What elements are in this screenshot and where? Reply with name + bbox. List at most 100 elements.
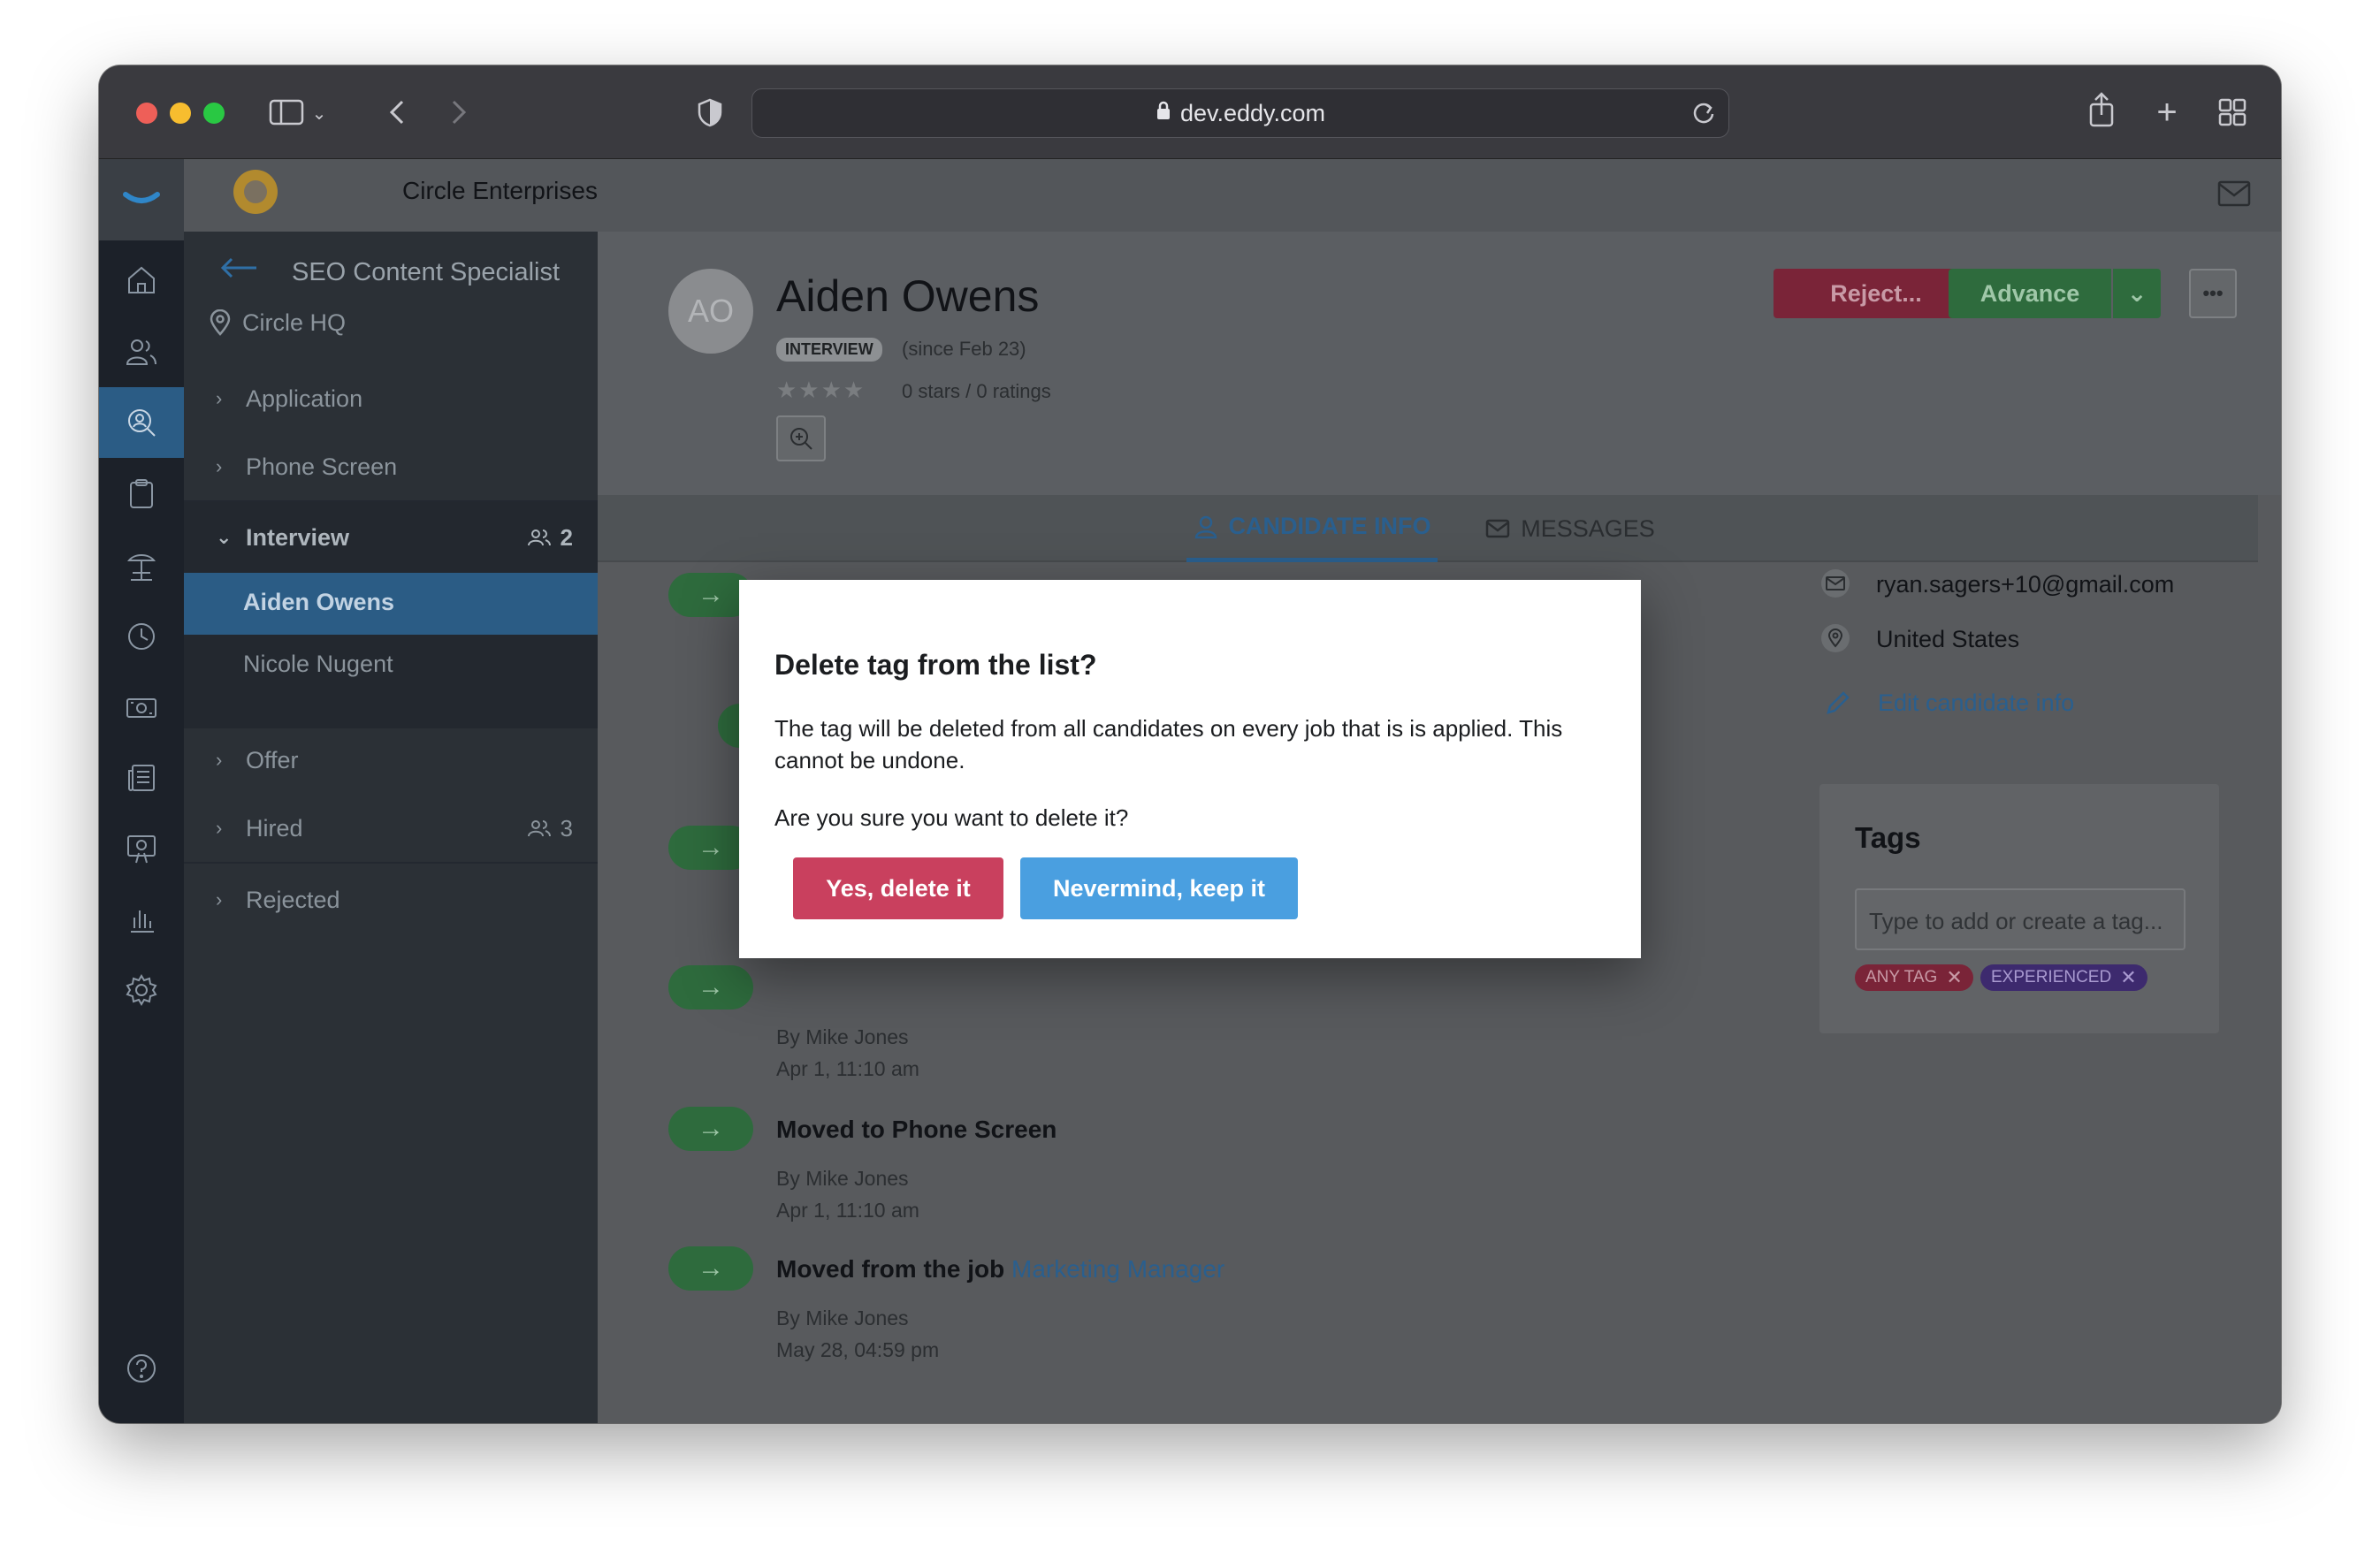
job-link[interactable]: Marketing Manager	[1011, 1255, 1224, 1283]
candidates-search-icon[interactable]	[99, 387, 184, 458]
edit-pencil-icon[interactable]	[1825, 689, 1851, 720]
stage-rejected[interactable]: › Rejected	[184, 866, 598, 933]
tag-chip: EXPERIENCED ✕	[1980, 964, 2147, 991]
dialog-body: The tag will be deleted from all candida…	[774, 715, 1563, 773]
remove-tag-icon[interactable]: ✕	[2120, 966, 2136, 989]
advance-button[interactable]: Advance	[1949, 269, 2111, 318]
candidate-item[interactable]: Nicole Nugent	[184, 635, 598, 697]
candidate-name: Aiden Owens	[243, 589, 395, 615]
add-review-button[interactable]	[776, 415, 826, 461]
stage-phone-screen[interactable]: › Phone Screen	[184, 433, 598, 500]
money-icon[interactable]	[99, 672, 184, 743]
job-title[interactable]: SEO Content Specialist	[292, 258, 560, 287]
share-icon[interactable]	[2086, 92, 2117, 134]
news-icon[interactable]	[99, 743, 184, 813]
delete-tag-dialog: Delete tag from the list? The tag will b…	[739, 580, 1641, 958]
settings-gear-icon[interactable]	[99, 955, 184, 1025]
candidate-email[interactable]: ryan.sagers+10@gmail.com	[1876, 571, 2174, 598]
chevron-right-icon: ›	[216, 455, 223, 477]
address-bar[interactable]: dev.eddy.com	[751, 88, 1729, 138]
training-icon[interactable]	[99, 813, 184, 884]
back-arrow-icon[interactable]	[219, 255, 258, 286]
candidate-avatar: AO	[668, 269, 753, 354]
close-window-button[interactable]	[136, 103, 157, 124]
timeline-date: Apr 1, 11:10 am	[776, 1199, 919, 1222]
candidate-tabs: CANDIDATE INFO MESSAGES	[598, 495, 2258, 562]
mail-icon[interactable]	[2217, 180, 2251, 211]
candidate-country: United States	[1876, 626, 2020, 652]
candidate-name-heading: Aiden Owens	[776, 271, 1040, 321]
back-icon[interactable]	[384, 97, 410, 133]
home-icon[interactable]	[99, 245, 184, 316]
timeline-by: By Mike Jones	[776, 1025, 909, 1048]
candidate-name: Nicole Nugent	[243, 651, 393, 677]
timeline-date: Apr 1, 11:10 am	[776, 1057, 919, 1080]
mail-icon	[1485, 519, 1510, 538]
star-rating-icon[interactable]: ★★★★	[776, 377, 866, 404]
dialog-question: Are you sure you want to delete it?	[774, 804, 1129, 831]
privacy-shield-icon[interactable]	[695, 97, 725, 133]
company-name[interactable]: Circle Enterprises	[402, 177, 598, 205]
dialog-title: Delete tag from the list?	[774, 649, 1097, 681]
help-icon[interactable]	[99, 1333, 184, 1404]
cancel-delete-button[interactable]: Nevermind, keep it	[1020, 857, 1298, 919]
candidate-header: AO Aiden Owens INTERVIEW (since Feb 23) …	[598, 232, 2281, 495]
interview-count: 2	[527, 524, 573, 552]
tag-input[interactable]: Type to add or create a tag...	[1855, 888, 2185, 950]
minimize-window-button[interactable]	[170, 103, 191, 124]
stage-badge: INTERVIEW	[776, 338, 882, 362]
stage-offer[interactable]: › Offer	[184, 727, 598, 794]
url-text: dev.eddy.com	[1179, 99, 1326, 126]
vacation-icon[interactable]	[99, 530, 184, 601]
forward-icon[interactable]	[446, 97, 472, 133]
stage-interview[interactable]: ⌄ Interview 2	[184, 504, 598, 571]
tags-card: Tags Type to add or create a tag... ANY …	[1819, 784, 2219, 1033]
clipboard-icon[interactable]	[99, 459, 184, 529]
stage-application[interactable]: › Application	[184, 365, 598, 432]
candidate-item-selected[interactable]: Aiden Owens	[184, 573, 598, 635]
job-pipeline-sidebar: SEO Content Specialist Circle HQ › Applic…	[184, 232, 598, 1423]
sidebar-toggle-icon[interactable]	[269, 97, 304, 133]
chevron-down-icon[interactable]: ⌄	[309, 99, 329, 129]
tags-heading: Tags	[1855, 821, 1921, 854]
timeline-event-icon: →	[668, 1107, 753, 1151]
reports-icon[interactable]	[99, 884, 184, 955]
app-topbar: Circle Enterprises EN ⌄	[184, 159, 2281, 232]
timeline-event-icon: →	[668, 965, 753, 1009]
tab-candidate-info[interactable]: CANDIDATE INFO	[1186, 495, 1438, 562]
stage-hired[interactable]: › Hired 3	[184, 795, 598, 862]
company-logo	[233, 170, 278, 214]
new-tab-icon[interactable]: +	[2152, 95, 2182, 130]
chevron-right-icon: ›	[216, 749, 223, 771]
zoom-add-icon	[790, 428, 812, 450]
advance-options-chevron-icon[interactable]: ⌄	[2113, 269, 2161, 318]
tag-chip: ANY TAG ✕	[1855, 964, 1973, 991]
clock-icon[interactable]	[99, 601, 184, 672]
people-icon	[527, 529, 551, 546]
maximize-window-button[interactable]	[203, 103, 225, 124]
reload-icon[interactable]	[1691, 100, 1716, 133]
timeline-by: By Mike Jones	[776, 1306, 909, 1329]
remove-tag-icon[interactable]: ✕	[1946, 966, 1962, 989]
edit-candidate-info-link[interactable]: Edit candidate info	[1878, 689, 2074, 717]
tab-messages[interactable]: MESSAGES	[1482, 495, 1659, 562]
tab-overview-icon[interactable]	[2217, 97, 2247, 133]
location-pin-icon	[209, 309, 232, 340]
people-icon[interactable]	[99, 316, 184, 387]
tag-input-placeholder: Type to add or create a tag...	[1869, 908, 2163, 934]
browser-titlebar: ⌄ dev.eddy.com +	[99, 65, 2281, 159]
email-icon	[1821, 569, 1850, 598]
more-options-button[interactable]: •••	[2189, 269, 2237, 318]
app-logo[interactable]	[99, 159, 184, 240]
confirm-delete-button[interactable]: Yes, delete it	[793, 857, 1003, 919]
chevron-right-icon: ›	[216, 387, 223, 409]
job-location: Circle HQ	[242, 309, 347, 336]
location-pin-icon	[1821, 624, 1850, 652]
timeline-date: May 28, 04:59 pm	[776, 1338, 940, 1361]
timeline-title: Moved to Phone Screen	[776, 1116, 1057, 1143]
divider	[184, 862, 598, 864]
ratings-text: 0 stars / 0 ratings	[902, 380, 1051, 402]
timeline-event-icon: →	[668, 1246, 753, 1291]
people-icon	[527, 820, 551, 837]
lock-icon	[1156, 100, 1171, 127]
